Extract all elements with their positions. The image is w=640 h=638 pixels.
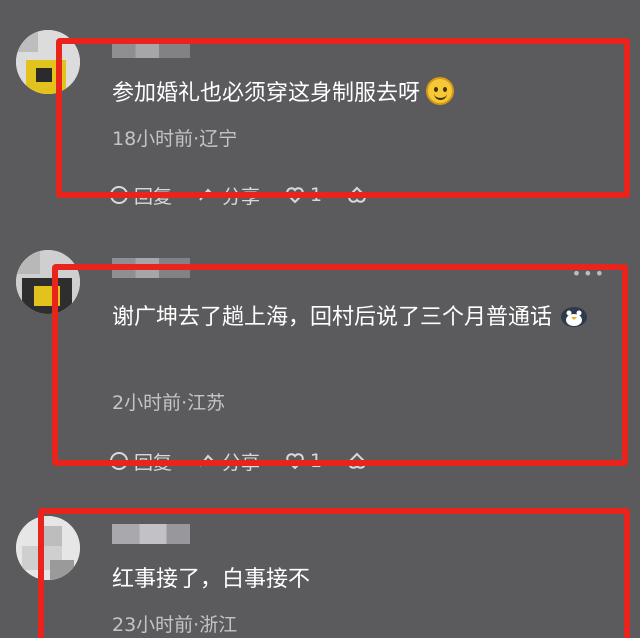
comment-text: 参加婚礼也必须穿这身制服去呀 bbox=[112, 76, 612, 112]
comment-item-3: 红事接了，白事接不 23小时前·浙江 bbox=[0, 500, 640, 638]
comment-text: 谢广坤去了趟上海，回村后说了三个月普通话 bbox=[112, 300, 602, 336]
avatar[interactable] bbox=[16, 516, 80, 580]
more-icon[interactable]: ••• bbox=[572, 264, 606, 283]
comment-meta: 2小时前·江苏 bbox=[112, 392, 226, 414]
avatar[interactable] bbox=[16, 30, 80, 94]
bird-emoji-icon bbox=[561, 307, 588, 327]
heart-icon bbox=[286, 187, 304, 204]
smile-emoji-icon bbox=[426, 77, 455, 105]
dislike-icon[interactable] bbox=[346, 184, 368, 206]
comment-meta: 23小时前·浙江 bbox=[112, 614, 238, 636]
like-button[interactable]: 1 bbox=[284, 450, 322, 472]
comment-item-2: ••• 谢广坤去了趟上海，回村后说了三个月普通话 2小时前·江苏 回复 分享 1 bbox=[0, 230, 640, 480]
reply-button[interactable]: 回复 bbox=[108, 182, 172, 209]
comment-actions: 回复 分享 1 bbox=[108, 446, 428, 476]
comment-text: 红事接了，白事接不 bbox=[112, 567, 311, 592]
share-button[interactable]: 分享 bbox=[196, 182, 260, 209]
comment-actions: 回复 分享 1 bbox=[108, 180, 428, 210]
username-blurred[interactable] bbox=[112, 38, 190, 58]
share-icon bbox=[199, 188, 215, 201]
heart-icon bbox=[286, 453, 304, 470]
comment-item-1: 参加婚礼也必须穿这身制服去呀 18小时前·辽宁 回复 分享 1 bbox=[0, 0, 640, 210]
reply-icon bbox=[110, 186, 128, 204]
username-blurred[interactable] bbox=[112, 258, 190, 278]
reply-button[interactable]: 回复 bbox=[108, 448, 172, 475]
reply-icon bbox=[110, 452, 128, 470]
username-blurred[interactable] bbox=[112, 524, 190, 544]
avatar[interactable] bbox=[16, 250, 80, 314]
share-button[interactable]: 分享 bbox=[196, 448, 260, 475]
dislike-icon[interactable] bbox=[346, 450, 368, 472]
like-button[interactable]: 1 bbox=[284, 184, 322, 206]
comment-meta: 18小时前·辽宁 bbox=[112, 128, 238, 150]
comments-screen: { "comments": [ { "text": "参加婚礼也必须穿这身制服去… bbox=[0, 0, 640, 638]
share-icon bbox=[199, 454, 215, 467]
